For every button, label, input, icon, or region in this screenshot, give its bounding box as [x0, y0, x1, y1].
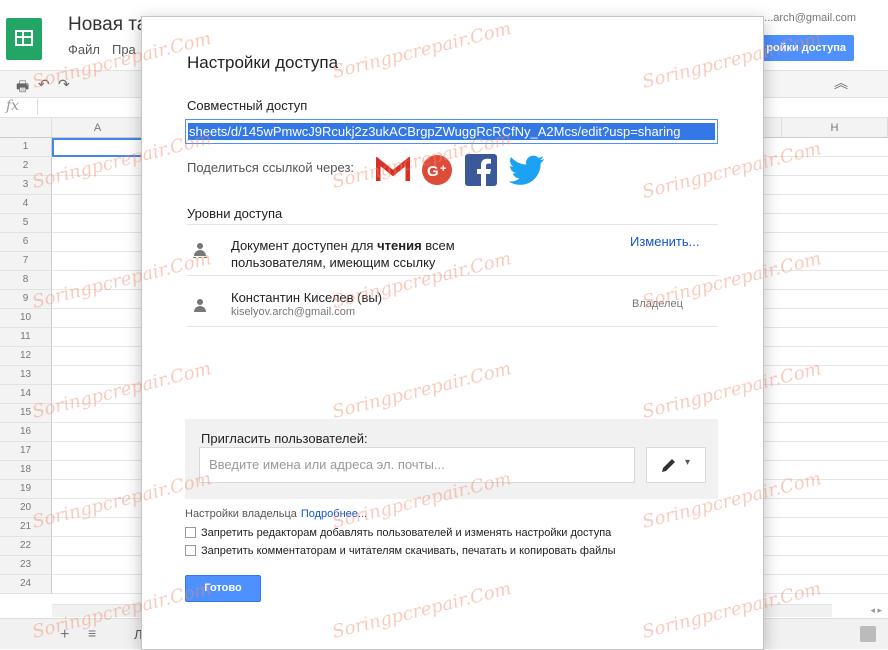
- svg-text:G: G: [427, 163, 439, 180]
- fx-icon: fx: [6, 98, 20, 114]
- checkbox-row[interactable]: Запретить комментаторам и читателям скач…: [185, 545, 616, 557]
- row-header[interactable]: 20: [0, 499, 52, 518]
- facebook-icon[interactable]: [465, 154, 497, 186]
- done-button[interactable]: Готово: [185, 575, 261, 602]
- menu-file[interactable]: Файл: [68, 42, 100, 57]
- share-via-label: Поделиться ссылкой через:: [187, 160, 355, 175]
- restrict-viewers-checkbox[interactable]: [185, 545, 196, 556]
- row-header[interactable]: 4: [0, 195, 52, 214]
- row-header[interactable]: 3: [0, 176, 52, 195]
- scroll-arrows-icon[interactable]: ◂ ▸: [870, 605, 882, 616]
- row-header[interactable]: 7: [0, 252, 52, 271]
- sheet-list-icon[interactable]: ≡: [88, 625, 96, 641]
- google-plus-icon[interactable]: G +: [421, 154, 453, 186]
- owner-email: kiselyov.arch@gmail.com: [231, 306, 356, 318]
- change-access-link[interactable]: Изменить...: [630, 234, 699, 249]
- pencil-icon: [662, 459, 675, 472]
- invite-panel: Пригласить пользователей: Введите имена …: [185, 419, 718, 499]
- account-email[interactable]: ...arch@gmail.com: [764, 12, 856, 24]
- divider: [187, 224, 718, 225]
- divider: [187, 275, 718, 276]
- row-header[interactable]: 2: [0, 157, 52, 176]
- row-header[interactable]: 14: [0, 385, 52, 404]
- share-link-text[interactable]: sheets/d/145wPmwcJ9Rcukj2z3ukACBrgpZWugg…: [188, 123, 715, 140]
- row-header[interactable]: 12: [0, 347, 52, 366]
- row-header[interactable]: 9: [0, 290, 52, 309]
- dialog-title: Настройки доступа: [187, 53, 339, 72]
- twitter-icon[interactable]: [509, 155, 545, 185]
- owner-settings-label: Настройки владельца: [185, 508, 297, 520]
- row-header[interactable]: 24: [0, 575, 52, 594]
- permission-level: чтения: [377, 238, 422, 253]
- svg-text:+: +: [440, 163, 446, 175]
- selected-cell[interactable]: [52, 138, 144, 157]
- chevron-down-icon: ▾: [685, 457, 691, 468]
- explore-icon[interactable]: [860, 626, 876, 642]
- access-levels-label: Уровни доступа: [187, 206, 283, 221]
- invite-permission-dropdown[interactable]: ▾: [646, 447, 706, 483]
- row-header[interactable]: 15: [0, 404, 52, 423]
- shared-access-label: Совместный доступ: [187, 98, 308, 113]
- owner-name: Константин Киселев (вы): [231, 290, 383, 305]
- person-icon: [193, 299, 207, 313]
- row-header[interactable]: 11: [0, 328, 52, 347]
- formula-separator: [37, 99, 38, 115]
- row-header[interactable]: 5: [0, 214, 52, 233]
- row-header[interactable]: 10: [0, 309, 52, 328]
- row-header[interactable]: 22: [0, 537, 52, 556]
- row-header[interactable]: 1: [0, 138, 52, 157]
- column-header-h[interactable]: H: [782, 118, 888, 138]
- owner-role-label: Владелец: [632, 298, 683, 310]
- gmail-icon[interactable]: [376, 157, 410, 183]
- invite-people-input[interactable]: Введите имена или адреса эл. почты...: [199, 447, 635, 483]
- owner-settings: Настройки владельца Подробнее...: [185, 508, 367, 520]
- row-header[interactable]: 23: [0, 556, 52, 575]
- select-all-corner[interactable]: [0, 118, 52, 138]
- learn-more-link[interactable]: Подробнее...: [301, 508, 367, 520]
- row-header[interactable]: 13: [0, 366, 52, 385]
- restrict-editors-checkbox[interactable]: [185, 527, 196, 538]
- column-header-g[interactable]: [762, 118, 782, 138]
- menu-bar: Файл Пра: [68, 42, 148, 57]
- add-sheet-icon[interactable]: +: [60, 626, 69, 644]
- column-header-a[interactable]: A: [52, 118, 144, 138]
- row-header[interactable]: 17: [0, 442, 52, 461]
- share-link-field[interactable]: sheets/d/145wPmwcJ9Rcukj2z3ukACBrgpZWugg…: [185, 119, 718, 144]
- row-header[interactable]: 21: [0, 518, 52, 537]
- checkbox-label: Запретить редакторам добавлять пользоват…: [201, 527, 612, 539]
- row-header[interactable]: 16: [0, 423, 52, 442]
- sharing-settings-dialog: Настройки доступа Совместный доступ shee…: [141, 16, 764, 650]
- menu-edit[interactable]: Пра: [112, 42, 136, 57]
- checkbox-row[interactable]: Запретить редакторам добавлять пользоват…: [185, 527, 611, 539]
- sheets-logo-icon[interactable]: [6, 18, 42, 60]
- checkbox-label: Запретить комментаторам и читателям скач…: [201, 545, 616, 557]
- link-access-icon: [193, 243, 207, 258]
- row-header[interactable]: 6: [0, 233, 52, 252]
- row-header[interactable]: 18: [0, 461, 52, 480]
- row-header[interactable]: 19: [0, 480, 52, 499]
- document-title[interactable]: Новая та: [68, 14, 147, 36]
- invite-label: Пригласить пользователей:: [201, 431, 368, 446]
- permission-description: Документ доступен для чтения всем пользо…: [231, 238, 455, 270]
- collapse-menu-icon[interactable]: ︽: [834, 73, 848, 93]
- row-header[interactable]: 8: [0, 271, 52, 290]
- undo-icon[interactable]: ↶: [38, 76, 50, 93]
- divider: [187, 326, 718, 327]
- redo-icon[interactable]: ↷: [58, 76, 70, 93]
